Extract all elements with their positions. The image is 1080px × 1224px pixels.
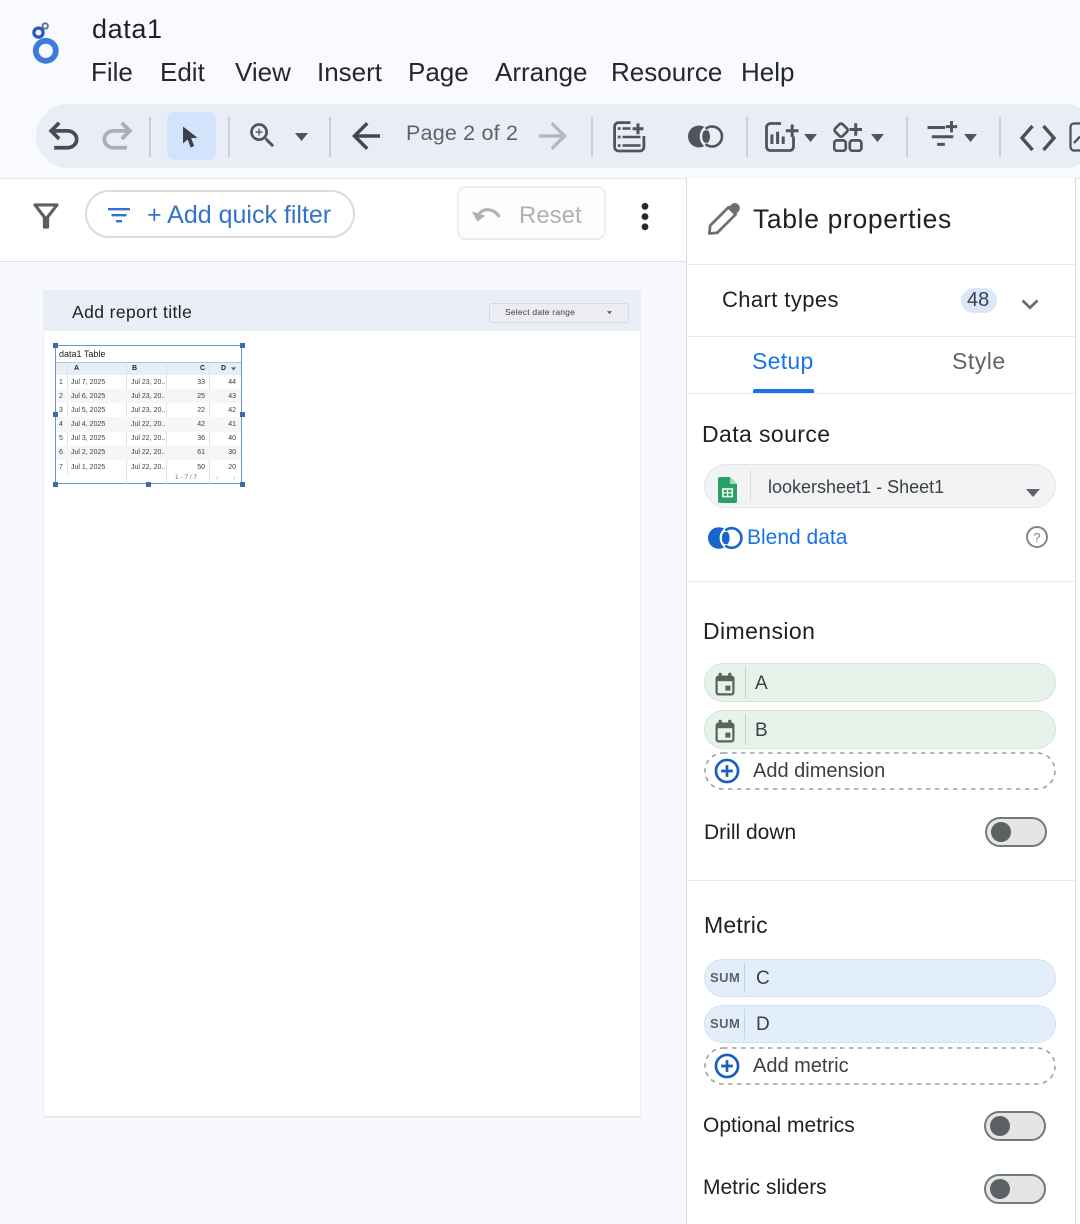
svg-text:?: ? bbox=[1033, 530, 1040, 545]
